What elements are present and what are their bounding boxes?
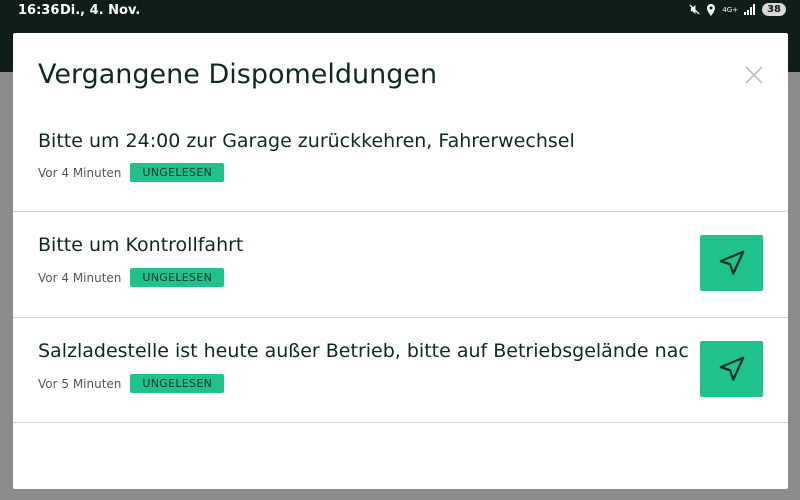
message-time: Vor 4 Minuten [38,165,122,180]
message-time: Vor 4 Minuten [38,270,122,285]
navigate-button[interactable] [700,235,763,291]
battery-indicator: 38 [762,3,786,16]
message-time: Vor 5 Minuten [38,376,122,391]
list-item[interactable]: Bitte um Kontrollfahrt Vor 4 Minuten UNG… [13,212,788,317]
status-date: Di., 4. Nov. [60,3,141,18]
status-badge: UNGELESEN [130,268,225,287]
network-type: 4G+ [722,5,739,14]
dispatch-messages-dialog: Vergangene Dispomeldungen Bitte um 24:00… [13,33,788,489]
close-button[interactable] [742,63,766,87]
status-icons: 4G+ 38 [689,3,786,16]
divider [13,422,788,423]
status-badge: UNGELESEN [130,163,225,182]
list-item[interactable]: Bitte um 24:00 zur Garage zurückkehren, … [13,118,788,211]
close-icon [745,66,763,84]
message-text: Salzladestelle ist heute außer Betrieb, … [38,340,688,362]
message-text: Bitte um Kontrollfahrt [38,234,244,256]
message-meta: Vor 5 Minuten UNGELESEN [38,374,225,393]
message-meta: Vor 4 Minuten UNGELESEN [38,163,225,182]
signal-icon [744,4,756,15]
message-text: Bitte um 24:00 zur Garage zurückkehren, … [38,130,575,152]
navigation-arrow-icon [719,356,744,381]
navigate-button[interactable] [700,341,763,397]
status-badge: UNGELESEN [130,374,225,393]
status-time: 16:36 [18,3,60,18]
message-meta: Vor 4 Minuten UNGELESEN [38,268,225,287]
list-item[interactable]: Salzladestelle ist heute außer Betrieb, … [13,318,788,423]
mute-icon [689,4,700,15]
location-icon [707,3,716,16]
dialog-title: Vergangene Dispomeldungen [38,59,438,90]
navigation-arrow-icon [719,250,744,275]
